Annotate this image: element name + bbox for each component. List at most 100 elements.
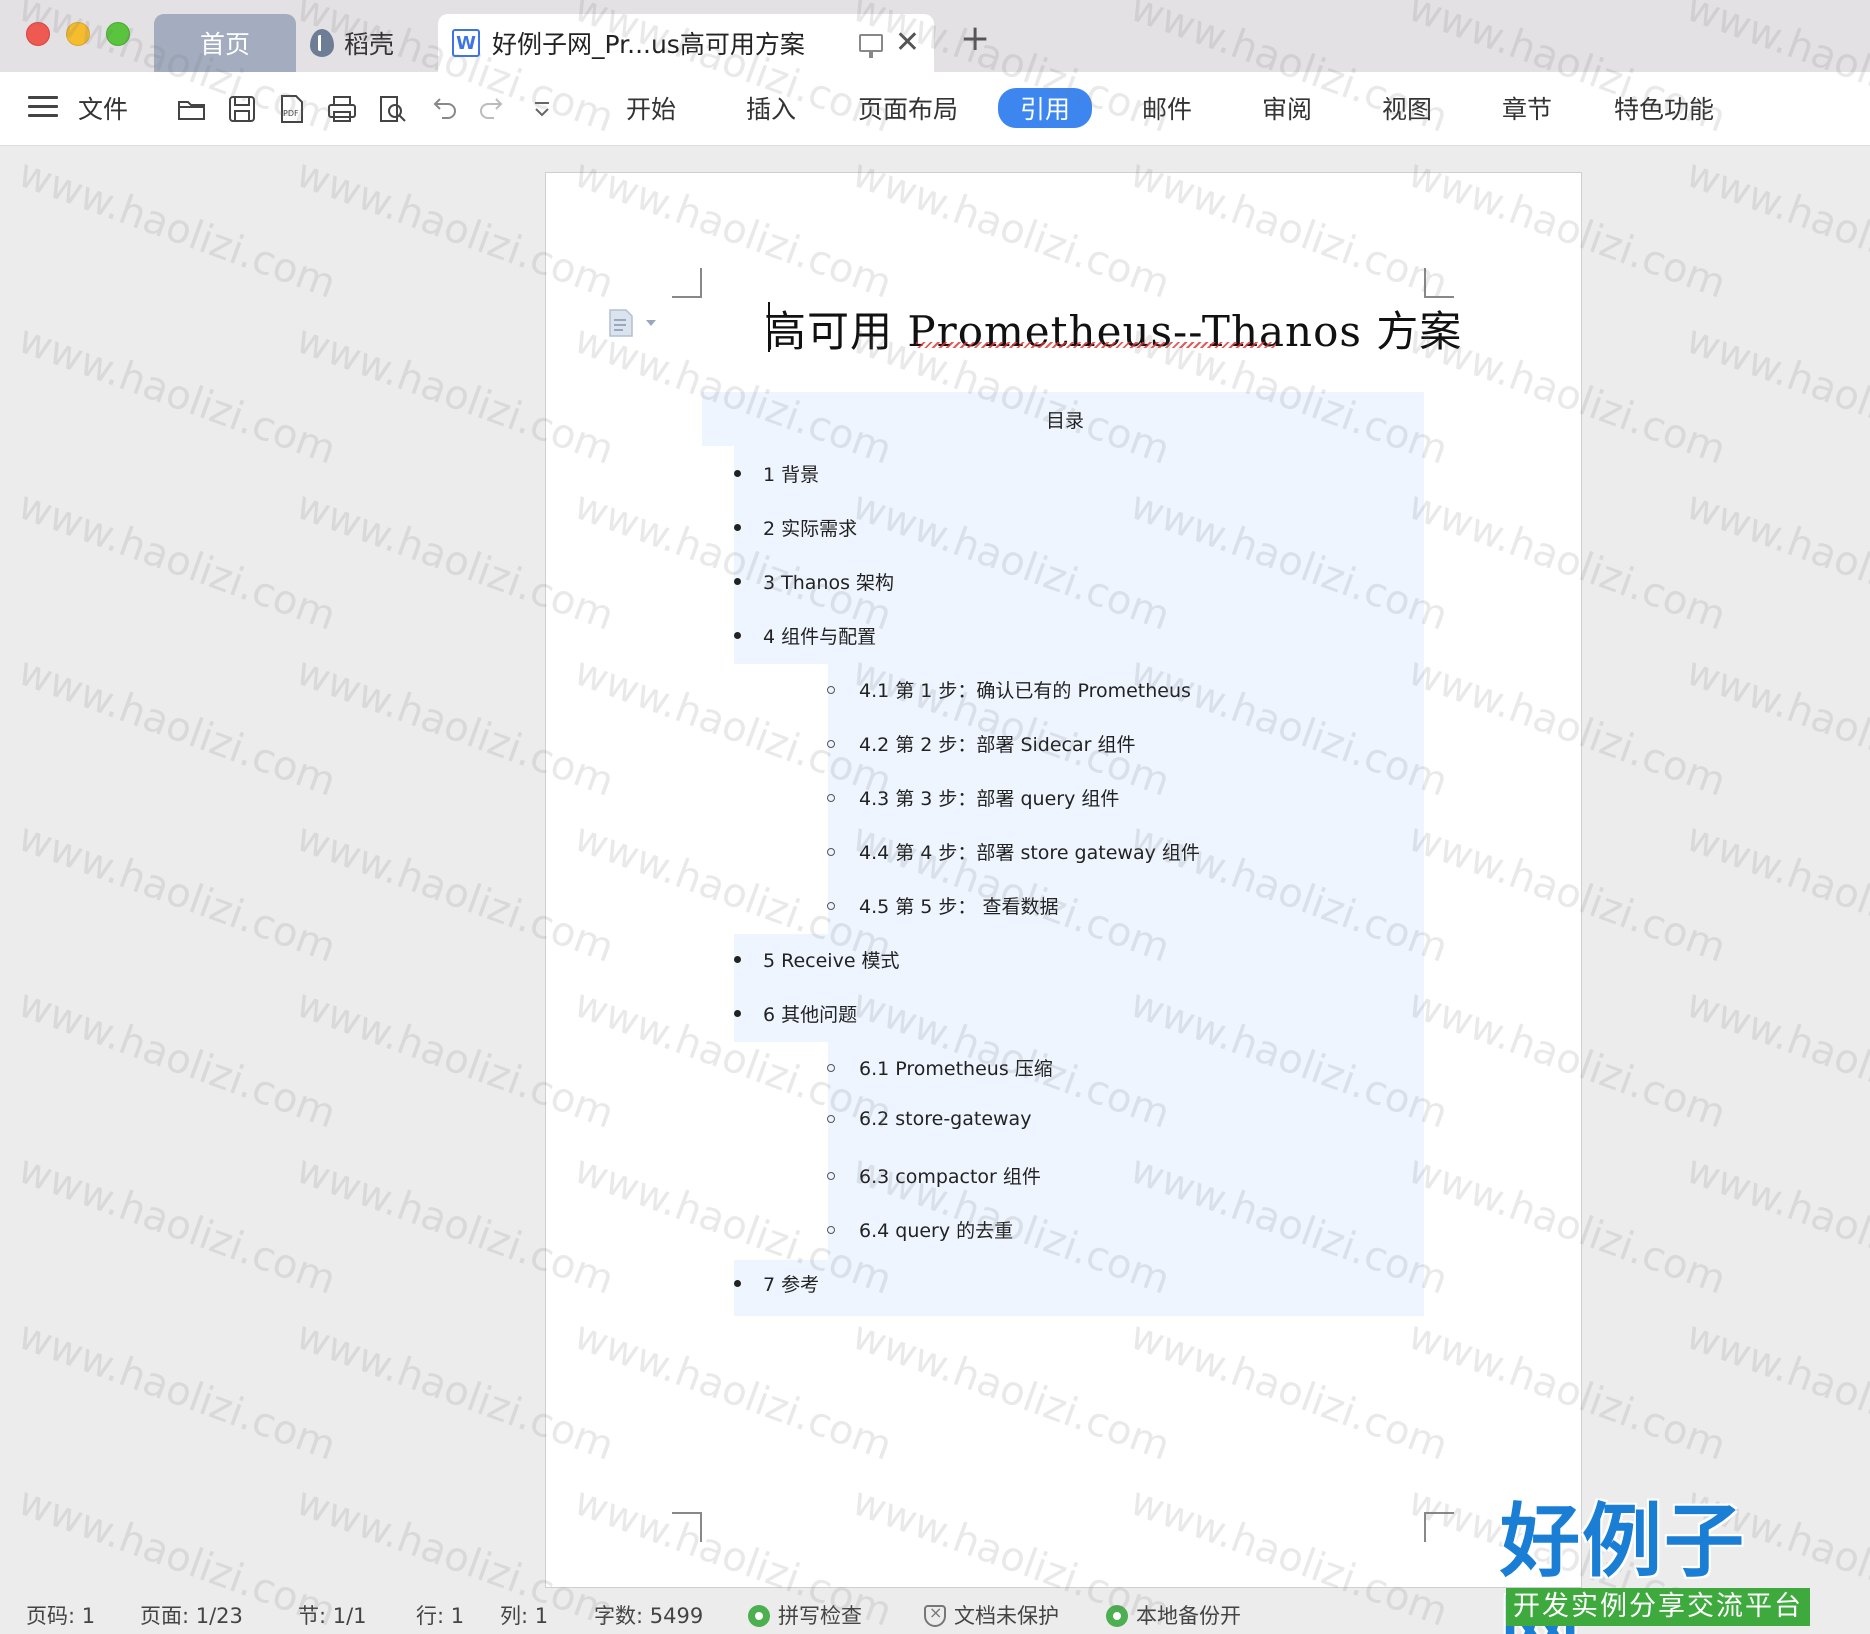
shield-icon: [924, 1603, 946, 1627]
spell-check-button[interactable]: 拼写检查: [748, 1600, 862, 1630]
close-window-button[interactable]: [26, 22, 50, 46]
bullet-ring-icon: [827, 739, 835, 748]
backup-icon: [1106, 1605, 1128, 1627]
print-icon[interactable]: [326, 94, 358, 124]
daoke-icon: [310, 29, 334, 57]
toc-indent-gap: [702, 1042, 828, 1260]
svg-text:PDF: PDF: [283, 109, 299, 118]
tab-mail[interactable]: 邮件: [1142, 90, 1192, 126]
hamburger-menu-icon[interactable]: [28, 96, 58, 118]
toc-entry[interactable]: 4.3 第 3 步：部署 query 组件: [827, 784, 1119, 811]
logo-sub-text: 开发实例分享交流平台: [1506, 1588, 1810, 1626]
tab-daoke[interactable]: 稻壳: [310, 14, 430, 72]
toc-entry[interactable]: 6 其他问题: [734, 1000, 857, 1027]
writer-doc-icon: W: [452, 29, 480, 57]
toc-entry[interactable]: 2 实际需求: [734, 514, 857, 541]
bullet-dot-icon: [734, 1280, 741, 1287]
bullet-dot-icon: [734, 524, 741, 531]
open-folder-icon[interactable]: [176, 94, 208, 124]
tab-document[interactable]: W 好例子网_Pr...us高可用方案 ✕: [438, 14, 934, 72]
tab-home[interactable]: 首页: [154, 14, 296, 72]
toc-entry-label: 6.2 store-gateway: [859, 1108, 1032, 1130]
export-pdf-icon[interactable]: PDF: [276, 94, 308, 124]
bullet-ring-icon: [827, 901, 835, 910]
close-tab-icon[interactable]: ✕: [895, 28, 920, 58]
tab-document-label: 好例子网_Pr...us高可用方案: [492, 30, 805, 59]
toc-entry-label: 4.3 第 3 步：部署 query 组件: [859, 788, 1120, 810]
bullet-ring-icon: [827, 685, 835, 694]
tab-references[interactable]: 引用: [998, 88, 1093, 128]
spell-check-label: 拼写检查: [778, 1604, 862, 1628]
new-tab-icon[interactable]: +: [960, 18, 990, 59]
status-page[interactable]: 页面: 1/23: [140, 1600, 243, 1630]
ribbon-bar: 文件 PDF 开始 插入 页面布局 引用 邮件 审阅 视图 章节 特色功能: [0, 72, 1870, 146]
haolizi-logo: 好例子网 开发实例分享交流平台: [1500, 1496, 1820, 1634]
status-row[interactable]: 行: 1: [416, 1600, 464, 1630]
toc-entry[interactable]: 6.3 compactor 组件: [827, 1162, 1041, 1189]
toc-entry-label: 6 其他问题: [763, 1004, 858, 1026]
toc-entry[interactable]: 4.4 第 4 步：部署 store gateway 组件: [827, 838, 1200, 865]
toc-entry[interactable]: 6.2 store-gateway: [827, 1108, 1031, 1130]
toc-entry-label: 4.5 第 5 步： 查看数据: [859, 896, 1059, 918]
backup-label: 本地备份开: [1136, 1604, 1241, 1628]
bullet-dot-icon: [734, 632, 741, 639]
file-menu[interactable]: 文件: [78, 90, 128, 126]
bullet-dot-icon: [734, 578, 741, 585]
present-icon[interactable]: [858, 34, 883, 58]
tab-view[interactable]: 视图: [1382, 90, 1432, 126]
bullet-ring-icon: [827, 793, 835, 802]
toc-entry[interactable]: 4 组件与配置: [734, 622, 876, 649]
local-backup-button[interactable]: 本地备份开: [1106, 1600, 1241, 1630]
minimize-window-button[interactable]: [66, 22, 90, 46]
undo-icon[interactable]: [428, 94, 460, 124]
toc-entry[interactable]: 5 Receive 模式: [734, 946, 900, 973]
status-page-code[interactable]: 页码: 1: [26, 1600, 95, 1630]
zoom-window-button[interactable]: [106, 22, 130, 46]
toc-entry[interactable]: 4.5 第 5 步： 查看数据: [827, 892, 1058, 919]
title-bar: 首页 稻壳 W 好例子网_Pr...us高可用方案 ✕ +: [0, 0, 1870, 72]
bullet-ring-icon: [827, 1225, 835, 1234]
toc-entry[interactable]: 1 背景: [734, 460, 819, 487]
tab-features[interactable]: 特色功能: [1614, 90, 1714, 126]
tab-daoke-label: 稻壳: [344, 30, 395, 59]
toc-entry-label: 2 实际需求: [763, 518, 858, 540]
doc-protect-button[interactable]: 文档未保护: [924, 1600, 1059, 1630]
toc-entry[interactable]: 4.2 第 2 步：部署 Sidecar 组件: [827, 730, 1136, 757]
toc-entry-label: 4.4 第 4 步：部署 store gateway 组件: [859, 842, 1200, 864]
toc-indent-gap: [702, 446, 734, 666]
toc-entry-label: 6.1 Prometheus 压缩: [859, 1058, 1053, 1080]
customize-toolbar-icon[interactable]: [526, 94, 558, 124]
save-icon[interactable]: [226, 94, 258, 124]
margin-corner-bottom-right: [1424, 1512, 1454, 1542]
toc-entry-label: 6.3 compactor 组件: [859, 1166, 1041, 1188]
bullet-ring-icon: [827, 1115, 835, 1123]
print-preview-icon[interactable]: [376, 94, 408, 124]
spellcheck-underline: [916, 342, 1276, 348]
toc-entry-label: 7 参考: [763, 1274, 820, 1296]
toc-entry-label: 1 背景: [763, 464, 820, 486]
tab-review[interactable]: 审阅: [1262, 90, 1312, 126]
toc-entry-label: 6.4 query 的去重: [859, 1220, 1014, 1242]
tab-insert[interactable]: 插入: [746, 90, 796, 126]
bullet-ring-icon: [827, 1171, 835, 1180]
document-title[interactable]: 高可用 Prometheus--Thanos 方案: [764, 298, 1461, 359]
toc-entry[interactable]: 6.1 Prometheus 压缩: [827, 1054, 1053, 1081]
paragraph-options-icon[interactable]: [608, 308, 658, 338]
redo-icon[interactable]: [476, 94, 508, 124]
bullet-ring-icon: [827, 1063, 835, 1072]
doc-protect-label: 文档未保护: [954, 1604, 1059, 1628]
toc-entry[interactable]: 7 参考: [734, 1270, 819, 1297]
bullet-dot-icon: [734, 1010, 741, 1017]
tab-page-layout[interactable]: 页面布局: [858, 90, 958, 126]
status-col[interactable]: 列: 1: [500, 1600, 548, 1630]
status-word-count[interactable]: 字数: 5499: [594, 1600, 703, 1630]
status-section[interactable]: 节: 1/1: [298, 1600, 367, 1630]
margin-corner-top-left: [672, 268, 702, 298]
toc-entry-label: 5 Receive 模式: [763, 950, 900, 972]
tab-start[interactable]: 开始: [626, 90, 676, 126]
toc-entry[interactable]: 4.1 第 1 步：确认已有的 Prometheus: [827, 676, 1191, 703]
toc-entry[interactable]: 3 Thanos 架构: [734, 568, 894, 595]
tab-section[interactable]: 章节: [1502, 90, 1552, 126]
toc-indent-gap: [702, 664, 828, 934]
toc-entry[interactable]: 6.4 query 的去重: [827, 1216, 1013, 1243]
